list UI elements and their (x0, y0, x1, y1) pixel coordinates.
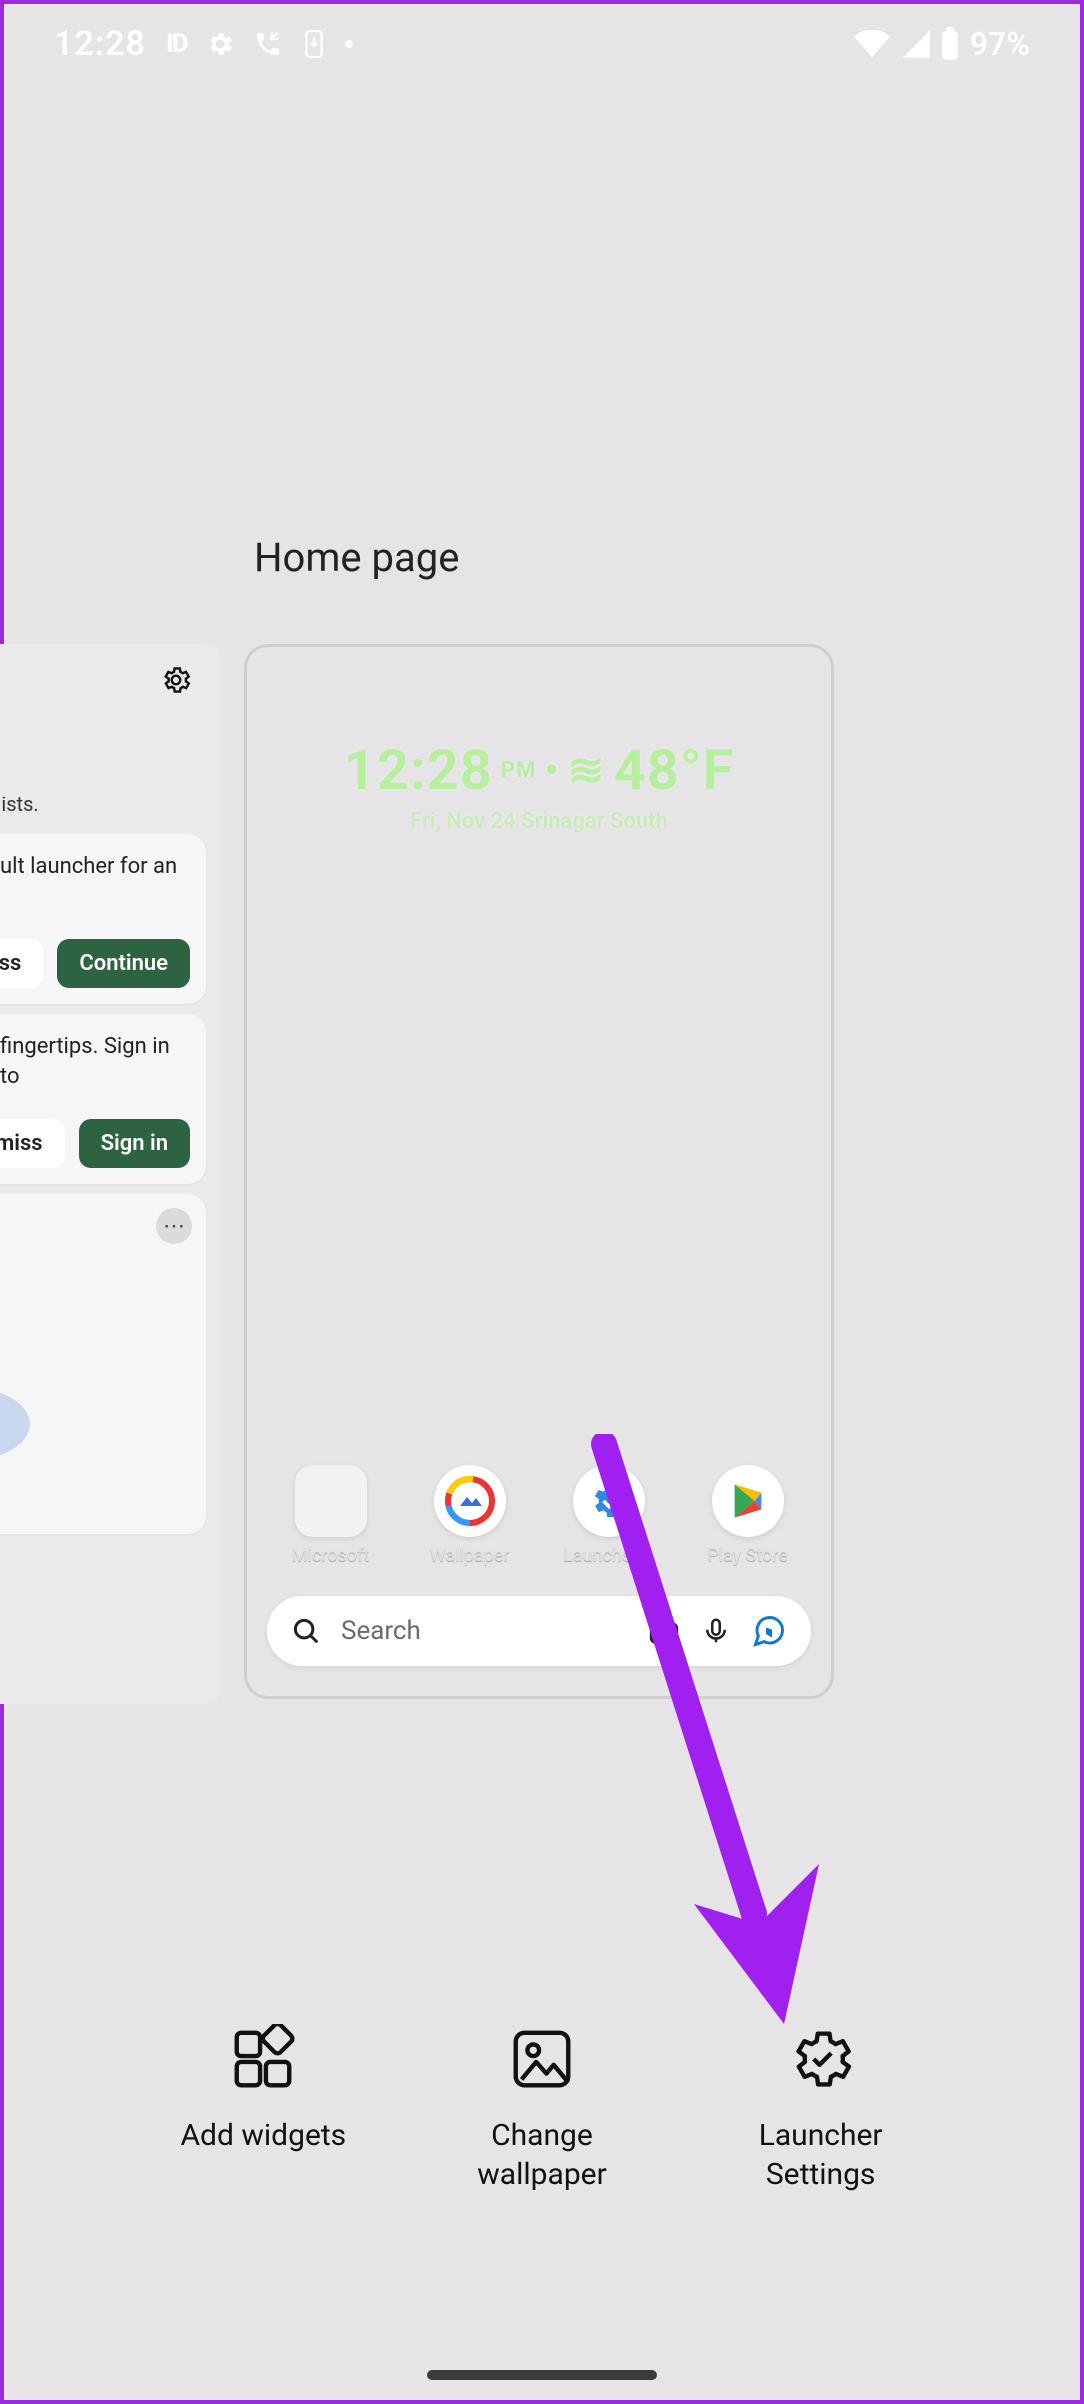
battery-percent: 97% (970, 25, 1030, 63)
launcher-settings-button[interactable]: Launcher Settings (696, 2024, 946, 2194)
app-label: Wallpaper (410, 1545, 530, 1566)
home-screen-preview[interactable]: 12:28 PM • ≋48°F Fri, Nov 24 Srinagar Sou… (244, 644, 834, 1699)
action-label: Launcher Settings (696, 2116, 946, 2194)
app-launcher-settings[interactable]: Launcher … (549, 1465, 669, 1566)
dismiss-button[interactable]: ismiss (0, 1119, 65, 1168)
more-icon[interactable]: ⋯ (156, 1208, 192, 1244)
glance-pane[interactable]: on ents, and to-do lists. ult launcher f… (0, 644, 220, 1704)
notification-dot-icon (345, 40, 353, 48)
launcher-settings-icon (573, 1465, 645, 1537)
folder-icon (295, 1465, 367, 1537)
status-bar: 12:28 ID 97% (4, 4, 1080, 84)
bing-chat-icon[interactable] (751, 1613, 787, 1649)
battery-icon (940, 27, 960, 61)
app-label: Play Store (688, 1545, 808, 1566)
gear-icon (205, 29, 235, 59)
change-wallpaper-button[interactable]: Change wallpaper (417, 2024, 667, 2194)
separator-dot-icon: • (544, 747, 559, 794)
glance-card-signin: fingertips. Sign in to ismiss Sign in (0, 1014, 206, 1184)
widget-time: 12:28 (344, 737, 493, 803)
wifi-icon (854, 30, 890, 58)
app-dock: Microsoft Wallpaper Launcher … Play Stor… (247, 1465, 831, 1566)
phone-incoming-icon (253, 29, 283, 59)
glance-card-default-launcher: ult launcher for an miss Continue (0, 834, 206, 1004)
settings-gear-icon (786, 2024, 856, 2094)
gesture-nav-handle[interactable] (427, 2370, 657, 2380)
app-label: Launcher … (549, 1545, 669, 1566)
search-placeholder: Search (341, 1616, 627, 1646)
search-icon (291, 1616, 321, 1646)
continue-button[interactable]: Continue (57, 939, 190, 988)
widget-temp: 48°F (614, 737, 735, 803)
page-title: Home page (254, 534, 459, 581)
search-bar[interactable]: Search (267, 1596, 811, 1666)
dismiss-button[interactable]: miss (0, 939, 43, 988)
camera-icon[interactable] (647, 1614, 681, 1648)
app-label: Microsoft (271, 1545, 391, 1566)
mic-icon[interactable] (701, 1614, 731, 1648)
wallpaper-icon (434, 1465, 506, 1537)
action-label: Change wallpaper (417, 2116, 667, 2194)
app-microsoft-folder[interactable]: Microsoft (271, 1465, 391, 1566)
widget-date-location: Fri, Nov 24 Srinagar South (247, 809, 831, 834)
weather-clock-widget[interactable]: 12:28 PM • ≋48°F Fri, Nov 24 Srinagar Sou… (247, 737, 831, 834)
gear-icon[interactable] (160, 664, 192, 700)
card-text: fingertips. Sign in to (0, 1032, 190, 1091)
calendar-illustration-icon (0, 1324, 40, 1464)
add-widgets-button[interactable]: Add widgets (138, 2024, 388, 2194)
app-wallpaper[interactable]: Wallpaper (410, 1465, 530, 1566)
play-store-icon (712, 1465, 784, 1537)
id-icon: ID (166, 29, 187, 59)
app-play-store[interactable]: Play Store (688, 1465, 808, 1566)
home-edit-actions: Add widgets Change wallpaper Launcher Se… (4, 2024, 1080, 2194)
status-clock: 12:28 (54, 24, 146, 64)
weather-fog-icon: ≋ (568, 748, 606, 792)
widget-ampm: PM (501, 758, 536, 783)
signin-button[interactable]: Sign in (79, 1119, 190, 1168)
wallpaper-icon (507, 2024, 577, 2094)
widgets-icon (228, 2024, 298, 2094)
card-text: ult launcher for an (0, 852, 190, 882)
glance-subheading: ents, and to-do lists. (0, 792, 39, 816)
download-update-icon (301, 28, 327, 60)
signal-icon (900, 30, 930, 58)
action-label: Add widgets (138, 2116, 388, 2155)
